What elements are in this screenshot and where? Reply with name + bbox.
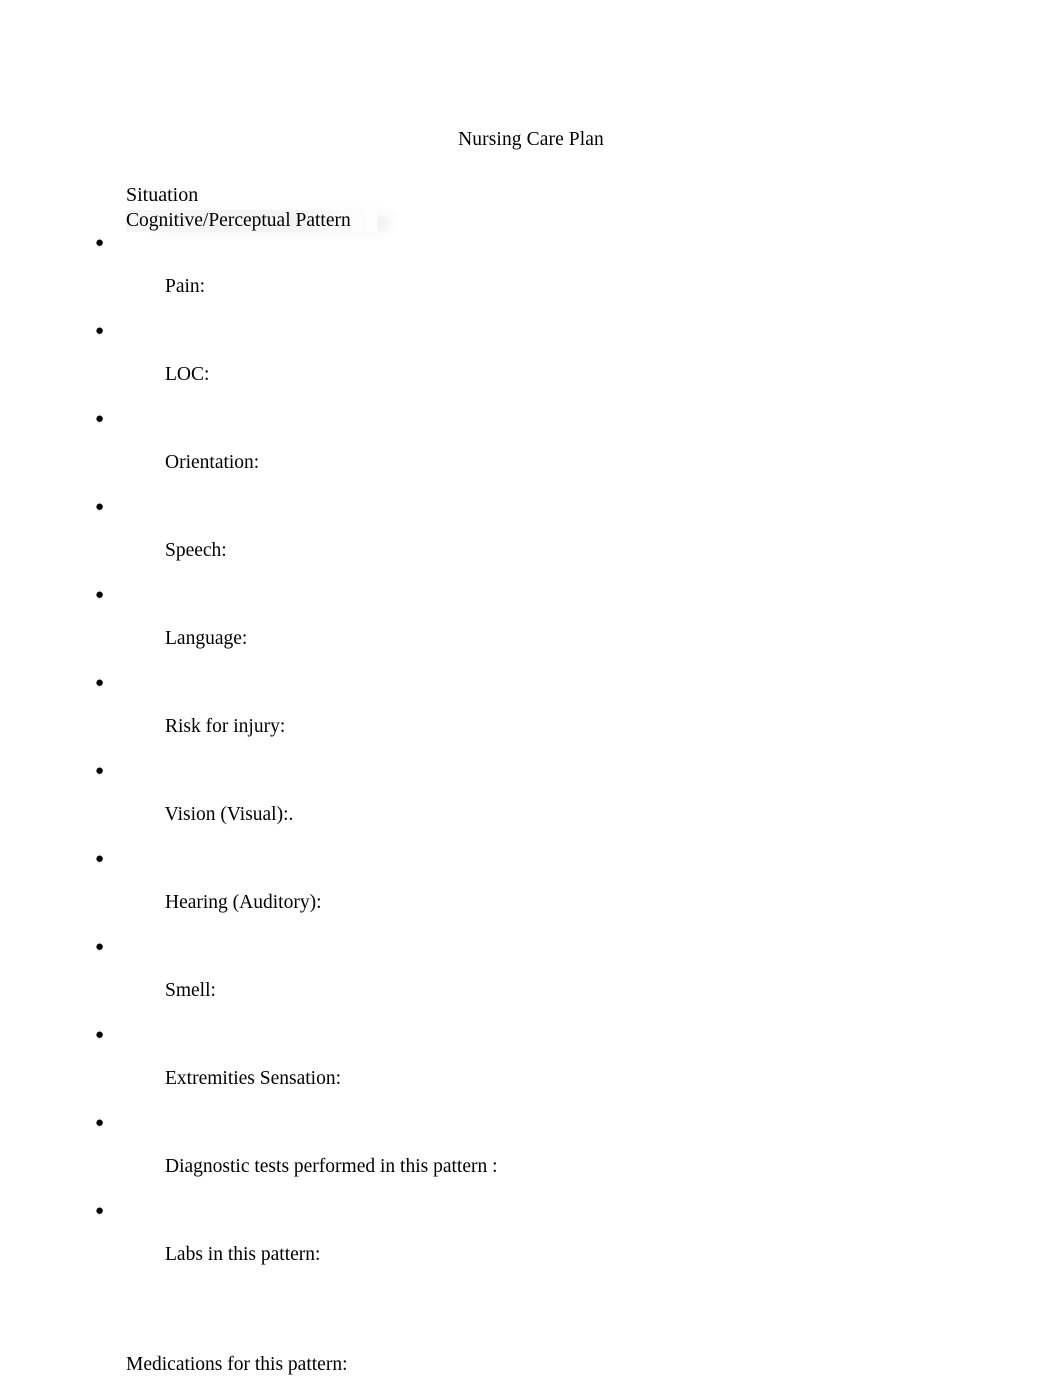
list-item-label: Smell: — [165, 980, 216, 1001]
list-item: ● Extremities Sensation: — [0, 1024, 1062, 1112]
document-page: Nursing Care Plan Situation Cognitive/Pe… — [0, 0, 1062, 1377]
bullet-icon: ● — [95, 675, 105, 691]
list-item: ● Hearing (Auditory): — [0, 848, 1062, 936]
pattern-heading-cognitive: Cognitive/Perceptual Pattern — [0, 210, 1062, 232]
list-item-label: Language: — [165, 628, 248, 649]
page-title: Nursing Care Plan — [458, 129, 604, 150]
bullet-icon: ● — [95, 1203, 105, 1219]
medications-line: Medications for this pattern: — [126, 1354, 348, 1375]
list-item: ● Smell: — [0, 936, 1062, 1024]
list-item-label: Vision (Visual):. — [164, 804, 294, 825]
list-item: ● Speech: — [0, 496, 1062, 584]
bullet-icon: ● — [95, 763, 105, 779]
list-item-label: Labs in this pattern: — [165, 1244, 321, 1265]
document-body: Situation Cognitive/Perceptual Pattern ●… — [0, 183, 1062, 1377]
bullet-icon: ● — [95, 1115, 105, 1131]
section-heading-situation: Situation — [126, 184, 199, 206]
list-item-label: LOC: — [165, 364, 210, 385]
list-item: ● Vision (Visual):. — [0, 760, 1062, 848]
list-item: ● LOC: — [0, 320, 1062, 408]
bullet-icon: ● — [95, 499, 105, 515]
pattern-heading-cognitive-label: Cognitive/Perceptual Pattern — [126, 210, 377, 232]
bullet-icon: ● — [95, 235, 105, 251]
list-item: ● Pain: — [0, 232, 1062, 320]
list-item: ● Labs in this pattern: — [0, 1200, 1062, 1288]
cognitive-bullet-list: ● Pain: ● LOC: ● Orientation: ● Speech: … — [0, 232, 1062, 1288]
list-item: ● Risk for injury: — [0, 672, 1062, 760]
list-item: ● Orientation: — [0, 408, 1062, 496]
list-item: ● Diagnostic tests performed in this pat… — [0, 1112, 1062, 1200]
bullet-icon: ● — [95, 1027, 105, 1043]
list-item-label: Hearing (Auditory): — [165, 892, 322, 913]
list-item: ● Language: — [0, 584, 1062, 672]
list-item-label: Extremities Sensation: — [165, 1068, 342, 1089]
bullet-icon: ● — [95, 587, 105, 603]
bullet-icon: ● — [95, 411, 105, 427]
bullet-icon: ● — [95, 323, 105, 339]
list-item-label: Speech: — [165, 540, 227, 561]
list-item-label: Diagnostic tests performed in this patte… — [165, 1156, 498, 1177]
list-item-label: Pain: — [165, 276, 206, 297]
list-item-label: Orientation: — [165, 452, 260, 473]
bullet-icon: ● — [95, 851, 105, 867]
list-item-label: Risk for injury: — [165, 716, 286, 737]
bullet-icon: ● — [95, 939, 105, 955]
